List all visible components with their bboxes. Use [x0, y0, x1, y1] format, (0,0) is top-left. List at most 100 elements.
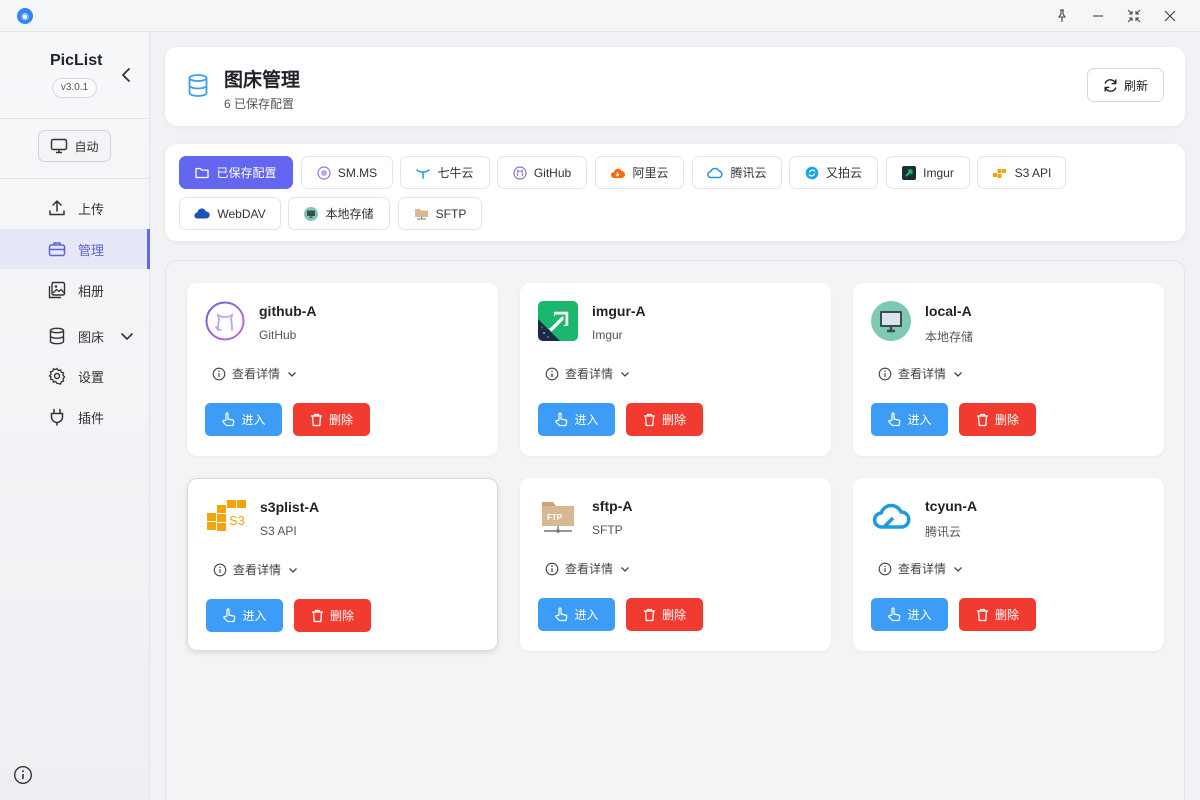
webdav-icon [194, 208, 211, 219]
hand-pointer-icon [554, 412, 568, 427]
chevron-down-icon [952, 368, 964, 380]
chevron-down-icon [286, 368, 298, 380]
view-details-label: 查看详情 [898, 562, 947, 576]
enter-button[interactable]: 进入 [205, 403, 282, 436]
trash-icon [976, 413, 989, 427]
sidebar-item-label: 上传 [78, 201, 105, 217]
tab-local-storage[interactable]: 本地存储 [288, 197, 390, 230]
sidebar-item-label: 插件 [78, 410, 105, 426]
config-name: tcyun-A [925, 498, 978, 514]
enter-button[interactable]: 进入 [206, 599, 283, 632]
enter-button[interactable]: 进入 [871, 403, 948, 436]
view-details-label: 查看详情 [565, 367, 614, 381]
s3-logo-icon: S3 [206, 497, 246, 537]
delete-label: 删除 [661, 413, 686, 427]
sidebar-item-upload[interactable]: 上传 [0, 188, 150, 228]
tab-saved-configs[interactable]: 已保存配置 [179, 156, 293, 189]
refresh-button[interactable]: 刷新 [1087, 68, 1164, 102]
tab-webdav[interactable]: WebDAV [179, 197, 281, 230]
local-storage-logo-icon [871, 301, 911, 341]
auto-theme-button[interactable]: 自动 [38, 130, 111, 162]
tab-sftp[interactable]: SFTP [398, 197, 482, 230]
picbed-tabs: 已保存配置 SM.MS 七牛云 GitHub 阿里云 腾讯云 又拍云 Imgur… [165, 144, 1185, 241]
chevron-down-icon [952, 563, 964, 575]
sidebar-item-plugins[interactable]: 插件 [0, 397, 150, 437]
config-card: local-A 本地存储 查看详情 进入 删除 [853, 283, 1164, 456]
tab-s3-api[interactable]: S3 API [977, 156, 1066, 189]
config-name: github-A [259, 303, 317, 319]
delete-label: 删除 [329, 609, 354, 623]
hand-pointer-icon [554, 607, 568, 622]
config-type: GitHub [259, 328, 297, 342]
gallery-icon [48, 281, 66, 299]
pin-icon[interactable] [1044, 0, 1080, 32]
enter-button[interactable]: 进入 [538, 403, 615, 436]
upload-icon [48, 199, 66, 217]
close-icon[interactable] [1152, 0, 1188, 32]
info-icon[interactable] [13, 765, 33, 785]
tab-qiniu[interactable]: 七牛云 [400, 156, 490, 189]
tab-label: 又拍云 [825, 166, 862, 180]
sidebar-item-manage[interactable]: 管理 [0, 229, 150, 269]
sidebar-item-label: 设置 [78, 369, 105, 385]
config-type: S3 API [260, 524, 297, 538]
app-logo-icon: ◉ [17, 8, 33, 24]
enter-label: 进入 [574, 413, 599, 427]
delete-button[interactable]: 删除 [959, 403, 1036, 436]
local-storage-icon [304, 206, 319, 221]
header-card: 图床管理 6 已保存配置 刷新 [165, 47, 1185, 126]
tab-label: 本地存储 [325, 207, 374, 221]
config-card: FTP sftp-A SFTP 查看详情 进入 删除 [520, 478, 831, 651]
tab-tencent-cloud[interactable]: 腾讯云 [692, 156, 782, 189]
tab-aliyun[interactable]: 阿里云 [595, 156, 684, 189]
view-details-label: 查看详情 [898, 367, 947, 381]
minimize-icon[interactable] [1080, 0, 1116, 32]
delete-label: 删除 [328, 413, 353, 427]
info-icon [878, 367, 892, 381]
view-details-toggle[interactable]: 查看详情 [545, 560, 631, 577]
sidebar-item-settings[interactable]: 设置 [0, 356, 150, 396]
trash-icon [643, 413, 656, 427]
enter-button[interactable]: 进入 [538, 598, 615, 631]
delete-button[interactable]: 删除 [626, 403, 703, 436]
delete-button[interactable]: 删除 [294, 599, 371, 632]
imgur-icon [902, 165, 917, 180]
config-name: s3plist-A [260, 499, 320, 515]
config-type: 腾讯云 [925, 525, 962, 539]
info-icon [545, 562, 559, 576]
view-details-label: 查看详情 [232, 367, 281, 381]
view-details-toggle[interactable]: 查看详情 [878, 365, 964, 382]
plug-icon [48, 408, 66, 426]
restore-icon[interactable] [1116, 0, 1152, 32]
config-type: 本地存储 [925, 330, 974, 344]
tab-imgur[interactable]: Imgur [886, 156, 970, 189]
delete-button[interactable]: 删除 [959, 598, 1036, 631]
delete-button[interactable]: 删除 [293, 403, 370, 436]
enter-label: 进入 [907, 413, 932, 427]
smms-icon [317, 165, 331, 180]
enter-button[interactable]: 进入 [871, 598, 948, 631]
page-title: 图床管理 [224, 70, 301, 91]
sidebar-item-label: 图床 [78, 329, 105, 345]
tab-github[interactable]: GitHub [497, 156, 587, 189]
sidebar-divider [0, 178, 150, 179]
delete-label: 删除 [994, 413, 1019, 427]
delete-button[interactable]: 删除 [626, 598, 703, 631]
tab-label: SM.MS [337, 165, 378, 180]
collapse-sidebar-icon[interactable] [118, 66, 136, 84]
tab-upyun[interactable]: 又拍云 [789, 156, 878, 189]
sidebar-item-gallery[interactable]: 相册 [0, 270, 150, 310]
trash-icon [976, 608, 989, 622]
chevron-down-icon[interactable] [120, 329, 134, 343]
trash-icon [310, 413, 323, 427]
view-details-toggle[interactable]: 查看详情 [213, 561, 299, 578]
aliyun-icon [610, 166, 626, 180]
view-details-toggle[interactable]: 查看详情 [878, 560, 964, 577]
info-icon [545, 367, 559, 381]
hand-pointer-icon [887, 412, 901, 427]
tab-smms[interactable]: SM.MS [301, 156, 393, 189]
view-details-toggle[interactable]: 查看详情 [545, 365, 631, 382]
view-details-toggle[interactable]: 查看详情 [212, 365, 298, 382]
tab-label: 腾讯云 [730, 166, 767, 180]
sidebar-item-picbed[interactable]: 图床 [0, 316, 150, 356]
